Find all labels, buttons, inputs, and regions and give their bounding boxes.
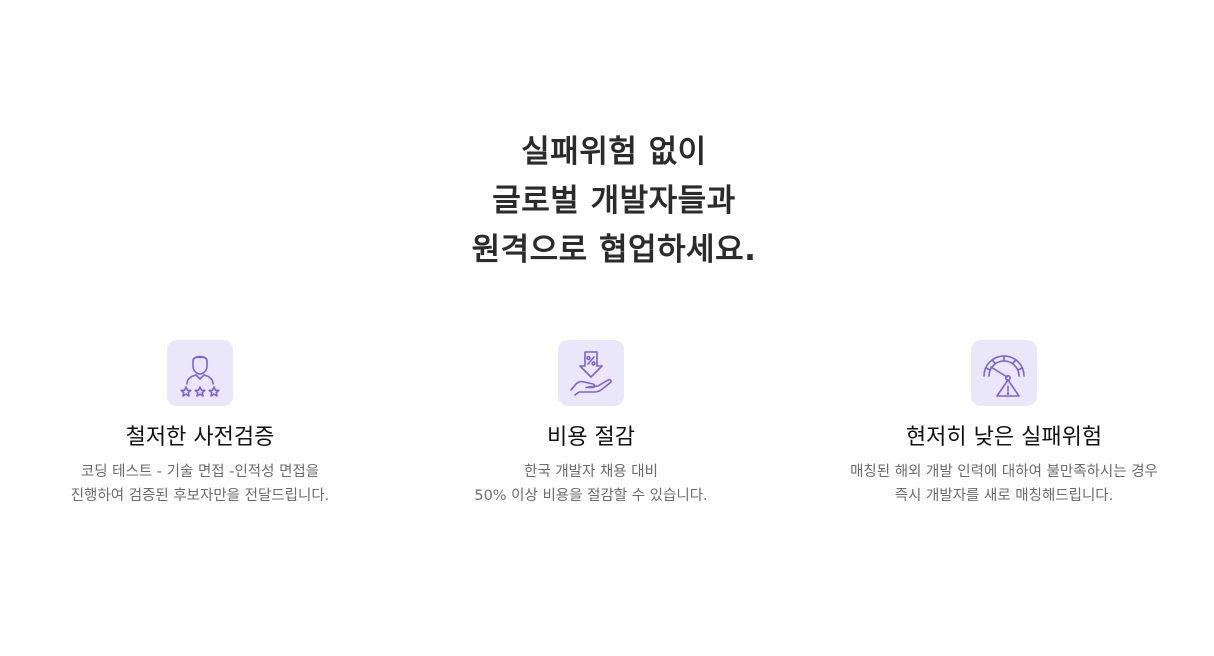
feature-description-line-1: 매칭된 해외 개발 인력에 대하여 불만족하시는 경우	[850, 464, 1158, 480]
feature-description: 매칭된 해외 개발 인력에 대하여 불만족하시는 경우 즉시 개발자를 새로 매…	[804, 460, 1204, 508]
headline-line-2: 글로벌 개발자들과	[492, 183, 736, 219]
headline-line-1: 실패위험 없이	[521, 134, 707, 170]
feature-title: 비용 절감	[547, 425, 635, 450]
feature-title: 현저히 낮은 실패위험	[905, 425, 1103, 450]
feature-title: 철저한 사전검증	[125, 425, 275, 450]
feature-description-line-2: 50% 이상 비용을 절감할 수 있습니다.	[474, 488, 708, 504]
feature-cost-saving: 비용 절감 한국 개발자 채용 대비 50% 이상 비용을 절감할 수 있습니다…	[391, 340, 791, 508]
feature-description: 한국 개발자 채용 대비 50% 이상 비용을 절감할 수 있습니다.	[391, 460, 791, 508]
feature-description-line-2: 즉시 개발자를 새로 매칭해드립니다.	[894, 488, 1114, 504]
feature-description-line-2: 진행하여 검증된 후보자만을 전달드립니다.	[70, 488, 330, 504]
headline: 실패위험 없이 글로벌 개발자들과 원격으로 협업하세요.	[0, 128, 1214, 275]
feature-low-failure-risk: 현저히 낮은 실패위험 매칭된 해외 개발 인력에 대하여 불만족하시는 경우 …	[804, 340, 1204, 508]
user-rating-icon	[167, 340, 233, 406]
feature-description-line-1: 한국 개발자 채용 대비	[524, 464, 658, 480]
feature-description-line-1: 코딩 테스트 - 기술 면접 -인적성 면접을	[80, 464, 320, 480]
feature-pre-verification: 철저한 사전검증 코딩 테스트 - 기술 면접 -인적성 면접을 진행하여 검증…	[0, 340, 400, 508]
risk-gauge-icon	[971, 340, 1037, 406]
cost-saving-icon	[558, 340, 624, 406]
feature-description: 코딩 테스트 - 기술 면접 -인적성 면접을 진행하여 검증된 후보자만을 전…	[0, 460, 400, 508]
headline-line-3: 원격으로 협업하세요.	[471, 232, 757, 268]
